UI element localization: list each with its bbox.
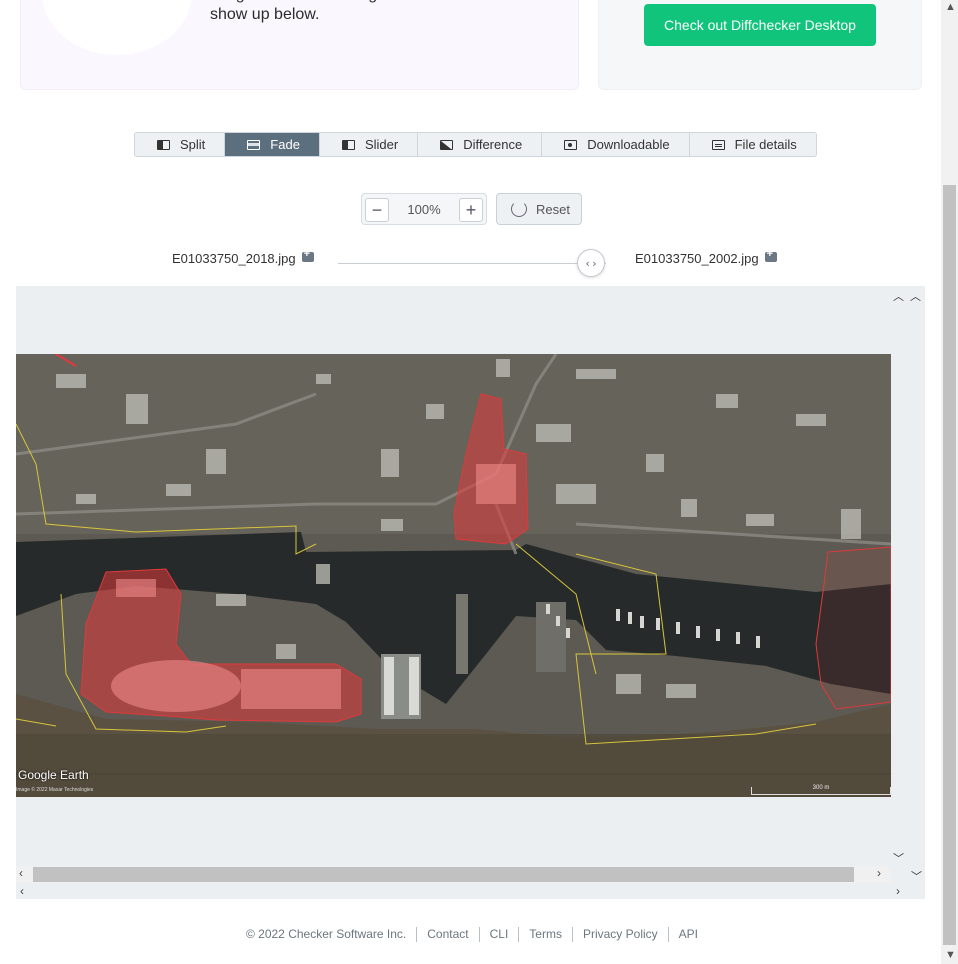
right-file-name: E01033750_2002.jpg [635, 251, 759, 266]
footer-link-cli[interactable]: CLI [478, 927, 519, 942]
tab-downloadable[interactable]: Downloadable [542, 133, 690, 156]
zoom-control: − 100% + [361, 193, 487, 225]
outer-horizontal-scrollbar[interactable]: ‹ › [16, 883, 925, 899]
viewer-horizontal-scrollbar[interactable]: ‹ › [16, 866, 891, 883]
zoom-level: 100% [407, 202, 441, 217]
google-earth-logo: Google Earth [18, 768, 89, 782]
footer-link-api[interactable]: API [667, 927, 708, 942]
left-file: E01033750_2018.jpg [172, 248, 314, 266]
reset-button[interactable]: Reset [496, 193, 582, 225]
tab-file-details[interactable]: File details [689, 133, 816, 156]
imagery-credit: Image © 2022 Maxar Technologies [16, 787, 94, 793]
desktop-promo-card: Check out Diffchecker Desktop [598, 0, 922, 90]
page-scrollbar[interactable] [941, 0, 958, 964]
footer: © 2022 Checker Software Inc. Contact CLI… [0, 927, 958, 942]
add-image-icon[interactable] [301, 248, 314, 262]
add-image-icon[interactable] [764, 248, 777, 262]
scroll-right-icon[interactable]: › [877, 866, 881, 880]
tab-slider[interactable]: Slider [319, 133, 419, 156]
tab-label: Split [180, 137, 206, 152]
promo-card: images. Enter two images and the differe… [20, 0, 579, 90]
footer-link-terms[interactable]: Terms [518, 927, 572, 942]
satellite-map-graphic [16, 354, 891, 797]
satellite-image: Google Earth Image © 2022 Maxar Technolo… [16, 354, 891, 797]
split-view-icon [157, 139, 170, 150]
tab-label: Difference [463, 137, 523, 152]
footer-link-privacy[interactable]: Privacy Policy [571, 927, 668, 942]
promo-text: images. Enter two images and the differe… [210, 0, 553, 23]
zoom-in-button[interactable]: + [459, 198, 483, 222]
scroll-right-icon[interactable]: › [896, 884, 900, 898]
scroll-left-icon[interactable]: ‹ [19, 866, 23, 880]
reset-label: Reset [536, 201, 570, 217]
image-viewer: Google Earth Image © 2022 Maxar Technolo… [16, 286, 925, 899]
tab-label: Fade [270, 137, 300, 152]
footer-copyright: © 2022 Checker Software Inc. [245, 927, 407, 941]
diffchecker-desktop-button[interactable]: Check out Diffchecker Desktop [644, 4, 876, 46]
tab-fade[interactable]: Fade [225, 133, 320, 156]
fade-slider-handle[interactable]: ‹› [577, 249, 605, 277]
footer-link-contact[interactable]: Contact [416, 927, 478, 942]
page-scrollbar-thumb[interactable] [943, 185, 956, 945]
reset-icon [511, 201, 527, 217]
left-file-name: E01033750_2018.jpg [172, 251, 296, 266]
map-scale-bar: 300 m [751, 785, 891, 795]
fade-view-icon [247, 139, 261, 150]
tab-label: Downloadable [587, 137, 670, 152]
tab-split[interactable]: Split [135, 133, 226, 156]
scroll-left-icon[interactable]: ‹ [20, 884, 24, 898]
downloadable-view-icon [564, 139, 578, 150]
file-details-icon [711, 139, 725, 150]
view-mode-tabs: Split Fade Slider Difference Downloadabl… [134, 132, 817, 157]
viewer-scroll-up-icon[interactable]: ︿ [893, 288, 904, 304]
viewer-scroll-down-icon[interactable]: ﹀ [893, 850, 904, 866]
viewer-scroll-up-icon[interactable]: ︿ [910, 288, 921, 304]
tab-label: Slider [364, 137, 399, 152]
tab-difference[interactable]: Difference [418, 133, 543, 156]
viewer-scroll-down-icon[interactable]: ﹀ [911, 868, 922, 884]
fade-slider-track[interactable] [338, 263, 606, 264]
slider-view-icon [341, 139, 355, 150]
tab-label: File details [734, 137, 797, 152]
zoom-out-button[interactable]: − [365, 198, 389, 222]
page-scroll-up-icon[interactable]: ▲ [945, 1, 956, 13]
promo-illustration [42, 0, 192, 55]
page-scroll-down-icon[interactable]: ▼ [945, 949, 956, 961]
right-file: E01033750_2002.jpg [635, 248, 777, 266]
scrollbar-thumb[interactable] [33, 867, 854, 882]
difference-view-icon [440, 139, 454, 150]
